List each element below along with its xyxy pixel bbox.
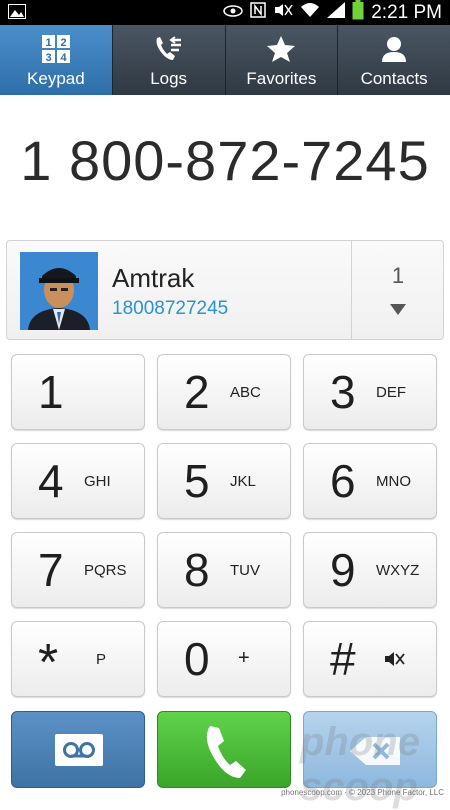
tab-logs[interactable]: Logs: [113, 25, 226, 95]
svg-text:3: 3: [45, 52, 51, 64]
key-4[interactable]: 4 GHI: [11, 443, 145, 519]
voicemail-button[interactable]: [11, 711, 145, 788]
avatar: [20, 252, 98, 330]
match-count: 1: [391, 263, 405, 288]
dialed-number-display[interactable]: 1 800-872-7245: [0, 128, 450, 193]
key-digit: 5: [184, 455, 210, 507]
key-star[interactable]: * P: [11, 621, 145, 697]
phone-icon: [206, 726, 246, 778]
svg-text:4: 4: [60, 52, 67, 64]
person-icon: [377, 33, 411, 65]
key-letters: TUV: [230, 562, 260, 579]
key-digit: 2: [184, 366, 210, 418]
key-digit: #: [330, 633, 356, 685]
key-digit: *: [38, 634, 59, 692]
key-8[interactable]: 8 TUV: [157, 532, 291, 608]
key-digit: 8: [184, 544, 210, 596]
key-letters: DEF: [376, 384, 406, 401]
key-0[interactable]: 0 +: [157, 621, 291, 697]
voicemail-icon: [55, 734, 103, 766]
picture-icon: [8, 4, 26, 19]
mute-icon: [382, 650, 406, 672]
tab-favorites[interactable]: Favorites: [226, 25, 339, 95]
expand-matches-icon[interactable]: [390, 304, 406, 315]
tab-label: Keypad: [27, 69, 85, 88]
key-1[interactable]: 1: [11, 354, 145, 430]
key-letters: +: [238, 647, 250, 669]
contact-name: Amtrak: [112, 263, 195, 293]
key-9[interactable]: 9 WXYZ: [303, 532, 437, 608]
key-letters: JKL: [230, 473, 256, 490]
watermark-footer: phonescoop.com · © 2023 Phone Factor, LL…: [281, 788, 444, 797]
key-digit: 6: [330, 455, 356, 507]
contact-number: 18008727245: [112, 298, 229, 319]
svg-text:1: 1: [45, 37, 51, 49]
key-letters: PQRS: [84, 562, 127, 579]
dialer-tab-bar: 1 2 3 4 Keypad Logs Favorites Contacts: [0, 25, 450, 95]
signal-icon: [327, 2, 346, 23]
tab-keypad[interactable]: 1 2 3 4 Keypad: [0, 25, 113, 95]
tab-label: Logs: [150, 69, 188, 88]
key-digit: 4: [38, 455, 64, 507]
clock: 2:21 PM: [371, 1, 442, 23]
key-hash[interactable]: #: [303, 621, 437, 697]
star-icon: [264, 33, 298, 65]
key-letters: MNO: [376, 473, 411, 490]
tab-label: Favorites: [246, 69, 317, 88]
key-5[interactable]: 5 JKL: [157, 443, 291, 519]
svg-text:2: 2: [60, 37, 66, 49]
call-button[interactable]: [157, 711, 291, 788]
key-letters: GHI: [84, 473, 111, 490]
key-letters: ABC: [230, 384, 261, 401]
key-letters: P: [96, 651, 107, 668]
mute-icon: [273, 3, 293, 22]
key-digit: 0: [184, 633, 210, 685]
divider: [351, 241, 352, 339]
tab-contacts[interactable]: Contacts: [338, 25, 450, 95]
contact-match-card[interactable]: Amtrak 18008727245 1: [6, 240, 444, 340]
call-logs-icon: [152, 33, 186, 65]
key-digit: 1: [38, 366, 64, 418]
key-7[interactable]: 7 PQRS: [11, 532, 145, 608]
key-digit: 7: [38, 544, 64, 596]
status-bar: 2:21 PM: [0, 0, 450, 25]
wifi-icon: [300, 2, 320, 23]
key-digit: 3: [330, 366, 356, 418]
key-digit: 9: [330, 544, 356, 596]
key-2[interactable]: 2 ABC: [157, 354, 291, 430]
key-6[interactable]: 6 MNO: [303, 443, 437, 519]
battery-icon: [352, 0, 364, 25]
tab-label: Contacts: [360, 69, 428, 88]
eye-icon: [223, 4, 243, 22]
key-3[interactable]: 3 DEF: [303, 354, 437, 430]
key-letters: WXYZ: [376, 562, 420, 579]
nfc-icon: [250, 2, 266, 23]
keypad-icon: 1 2 3 4: [39, 33, 73, 65]
